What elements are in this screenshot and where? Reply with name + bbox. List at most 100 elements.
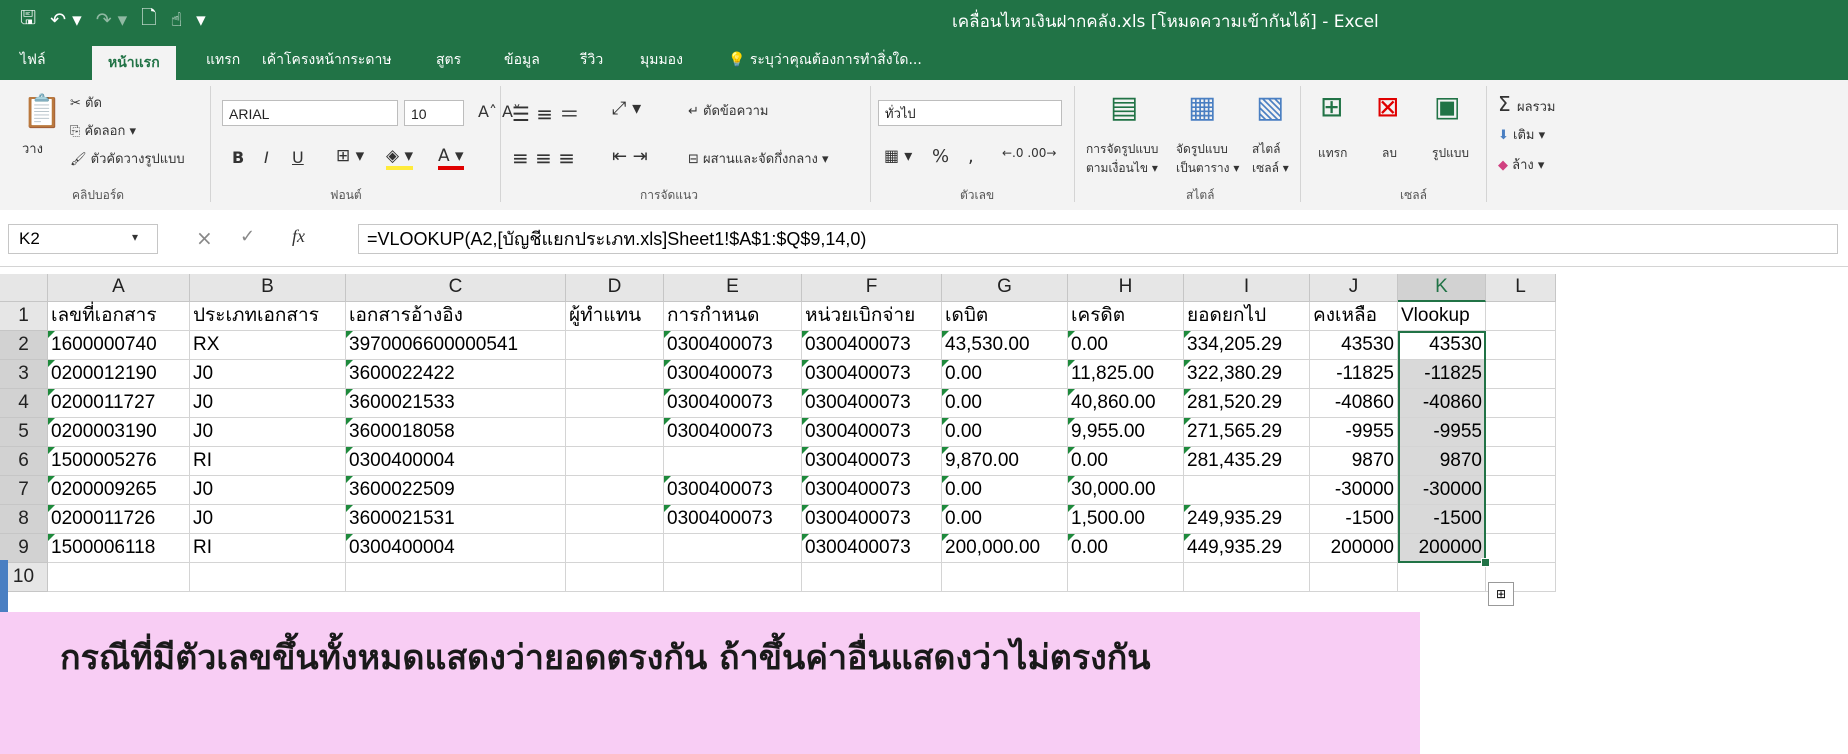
- empty-cell[interactable]: [1310, 563, 1398, 592]
- data-cell[interactable]: 200,000.00: [942, 534, 1068, 563]
- vlookup-cell[interactable]: 43530: [1398, 331, 1486, 360]
- empty-cell[interactable]: [942, 563, 1068, 592]
- data-cell[interactable]: J0: [190, 476, 346, 505]
- tab-formulas[interactable]: สูตร: [436, 49, 461, 71]
- row-header-4[interactable]: 4: [0, 389, 48, 418]
- column-header-f[interactable]: F: [802, 274, 942, 302]
- data-cell[interactable]: 3600022422: [346, 360, 566, 389]
- cell-styles-button[interactable]: สไตล์ เซลล์ ▾: [1252, 140, 1289, 178]
- format-cells-icon[interactable]: ▣: [1434, 90, 1460, 123]
- column-header-l[interactable]: L: [1486, 274, 1556, 302]
- data-cell[interactable]: 0.00: [942, 360, 1068, 389]
- data-cell[interactable]: -30000: [1310, 476, 1398, 505]
- data-cell[interactable]: 0300400073: [664, 418, 802, 447]
- font-name-combo[interactable]: ARIAL: [222, 100, 398, 126]
- format-as-table-button[interactable]: จัดรูปแบบ เป็นตาราง ▾: [1176, 140, 1239, 178]
- data-cell[interactable]: 11,825.00: [1068, 360, 1184, 389]
- data-cell[interactable]: 0300400073: [802, 331, 942, 360]
- data-cell[interactable]: 0.00: [942, 389, 1068, 418]
- vlookup-cell[interactable]: -30000: [1398, 476, 1486, 505]
- cancel-icon[interactable]: ×: [196, 226, 213, 250]
- vlookup-cell[interactable]: 200000: [1398, 534, 1486, 563]
- format-painter-button[interactable]: 🖌 ตัวคัดวางรูปแบบ: [70, 148, 185, 169]
- conditional-format-button[interactable]: การจัดรูปแบบ ตามเงื่อนไข ▾: [1086, 140, 1158, 178]
- wrap-text-button[interactable]: ↵ ตัดข้อความ: [688, 100, 768, 121]
- data-cell[interactable]: 334,205.29: [1184, 331, 1310, 360]
- data-cell[interactable]: [566, 418, 664, 447]
- row-header-7[interactable]: 7: [0, 476, 48, 505]
- empty-cell[interactable]: [346, 563, 566, 592]
- data-cell[interactable]: -11825: [1310, 360, 1398, 389]
- data-cell[interactable]: [566, 476, 664, 505]
- paste-button[interactable]: วาง: [22, 138, 43, 159]
- insert-cells-button[interactable]: แทรก: [1318, 144, 1347, 163]
- data-cell[interactable]: 281,520.29: [1184, 389, 1310, 418]
- paste-icon[interactable]: 📋: [22, 92, 62, 130]
- data-cell[interactable]: 0300400073: [802, 534, 942, 563]
- column-header-c[interactable]: C: [346, 274, 566, 302]
- data-cell[interactable]: 0300400073: [664, 476, 802, 505]
- data-cell[interactable]: 0300400073: [664, 360, 802, 389]
- font-size-combo[interactable]: 10: [404, 100, 464, 126]
- data-cell[interactable]: [664, 447, 802, 476]
- row-header-8[interactable]: 8: [0, 505, 48, 534]
- header-cell[interactable]: ยอดยกไป: [1184, 302, 1310, 331]
- data-cell[interactable]: [566, 360, 664, 389]
- vlookup-cell[interactable]: -9955: [1398, 418, 1486, 447]
- data-cell[interactable]: 249,935.29: [1184, 505, 1310, 534]
- empty-cell[interactable]: [1486, 389, 1556, 418]
- data-cell[interactable]: 281,435.29: [1184, 447, 1310, 476]
- bold-button[interactable]: B: [232, 148, 244, 167]
- accounting-format-icon[interactable]: ▦ ▾: [884, 146, 912, 165]
- data-cell[interactable]: 0.00: [1068, 534, 1184, 563]
- save-icon[interactable]: 🖫: [20, 4, 36, 36]
- data-cell[interactable]: J0: [190, 418, 346, 447]
- column-header-j[interactable]: J: [1310, 274, 1398, 302]
- data-cell[interactable]: 0300400073: [802, 476, 942, 505]
- data-cell[interactable]: RI: [190, 534, 346, 563]
- column-header-i[interactable]: I: [1184, 274, 1310, 302]
- column-header-a[interactable]: A: [48, 274, 190, 302]
- column-header-g[interactable]: G: [942, 274, 1068, 302]
- data-cell[interactable]: [664, 534, 802, 563]
- delete-cells-icon[interactable]: ⊠: [1376, 90, 1399, 123]
- empty-cell[interactable]: [566, 563, 664, 592]
- row-header-9[interactable]: 9: [0, 534, 48, 563]
- tab-data[interactable]: ข้อมูล: [504, 49, 540, 71]
- header-cell[interactable]: การกำหนด: [664, 302, 802, 331]
- data-cell[interactable]: 9,955.00: [1068, 418, 1184, 447]
- data-cell[interactable]: RX: [190, 331, 346, 360]
- empty-cell[interactable]: [1184, 563, 1310, 592]
- font-color-icon[interactable]: A ▾: [438, 146, 464, 170]
- underline-button[interactable]: U: [292, 148, 304, 167]
- tab-home[interactable]: หน้าแรก: [92, 46, 176, 80]
- decimal-icon[interactable]: ←.0 .00→: [1002, 146, 1056, 160]
- column-header-d[interactable]: D: [566, 274, 664, 302]
- data-cell[interactable]: 0200009265: [48, 476, 190, 505]
- header-cell[interactable]: เครดิต: [1068, 302, 1184, 331]
- data-cell[interactable]: 0.00: [1068, 447, 1184, 476]
- data-cell[interactable]: 0200011726: [48, 505, 190, 534]
- clear-button[interactable]: ◆ ล้าง ▾: [1498, 154, 1544, 175]
- data-cell[interactable]: 0.00: [942, 418, 1068, 447]
- data-cell[interactable]: 3970006600000541: [346, 331, 566, 360]
- percent-button[interactable]: %: [932, 146, 949, 167]
- undo-icon[interactable]: ↶ ▾: [50, 9, 82, 31]
- data-cell[interactable]: 0300400004: [346, 447, 566, 476]
- data-cell[interactable]: 0300400073: [802, 505, 942, 534]
- align-left-icon[interactable]: ≡ ≡ ≡: [512, 146, 575, 170]
- cut-button[interactable]: ✂ ตัด: [70, 92, 102, 113]
- copy-button[interactable]: ⎘ คัดลอก ▾: [70, 120, 136, 141]
- data-cell[interactable]: 322,380.29: [1184, 360, 1310, 389]
- data-cell[interactable]: 0300400073: [664, 389, 802, 418]
- data-cell[interactable]: 1600000740: [48, 331, 190, 360]
- conditional-format-icon[interactable]: ▤: [1110, 90, 1138, 125]
- indent-icon[interactable]: ⇤ ⇥: [612, 146, 648, 167]
- empty-cell[interactable]: [1486, 418, 1556, 447]
- row-header-2[interactable]: 2: [0, 331, 48, 360]
- empty-cell[interactable]: [1068, 563, 1184, 592]
- data-cell[interactable]: 3600018058: [346, 418, 566, 447]
- column-header-b[interactable]: B: [190, 274, 346, 302]
- empty-cell[interactable]: [1486, 447, 1556, 476]
- data-cell[interactable]: 449,935.29: [1184, 534, 1310, 563]
